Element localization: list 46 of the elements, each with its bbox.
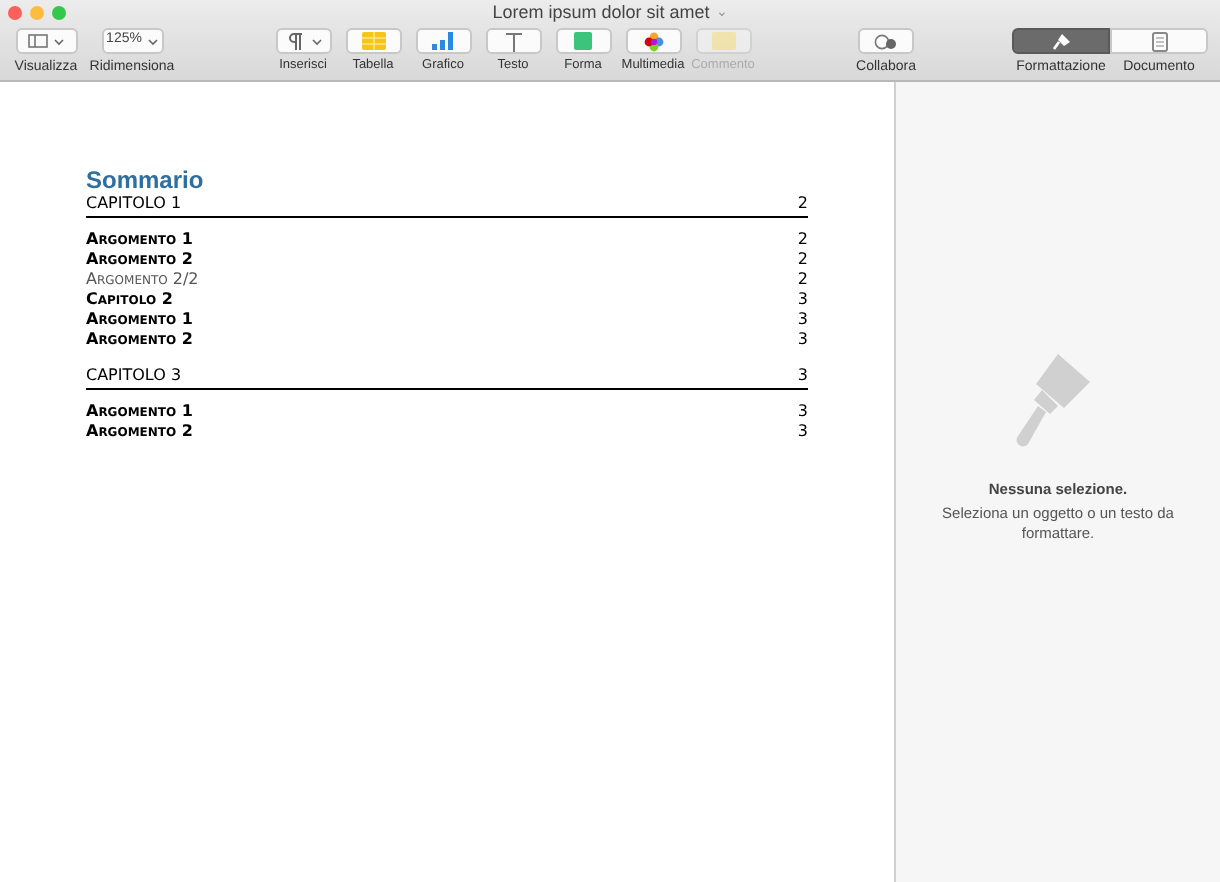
flower-icon — [643, 31, 663, 51]
toc-entry[interactable]: CAPITOLO 1 — [86, 194, 182, 214]
document-icon — [1151, 31, 1167, 51]
media-button[interactable] — [625, 28, 681, 54]
toc-entry[interactable]: Argomento 1 — [86, 310, 193, 330]
text-icon — [503, 31, 523, 51]
chevron-down-icon — [54, 37, 64, 45]
toc-entry[interactable]: CAPITOLO 3 — [86, 366, 182, 386]
sidebar-layout-icon — [28, 34, 48, 48]
shape-button[interactable] — [555, 28, 611, 54]
bar-chart-icon — [431, 32, 455, 50]
insert-button[interactable] — [275, 28, 331, 54]
toc-entry[interactable]: Argomento 2/2 — [86, 270, 199, 290]
paintbrush-icon — [1051, 31, 1071, 51]
toc-entry[interactable]: Argomento 2 — [86, 330, 193, 350]
toc-entry[interactable]: Argomento 2 — [86, 250, 193, 270]
page-number: 3 — [797, 366, 808, 386]
view-menu[interactable] — [15, 28, 77, 54]
note-icon — [711, 32, 735, 50]
page-number: 3 — [797, 422, 808, 442]
page-number: 2 — [797, 270, 808, 290]
page-number: 3 — [797, 330, 808, 350]
close-button[interactable] — [8, 6, 22, 20]
toc-entry[interactable]: Capitolo 2 — [86, 290, 173, 310]
chevron-down-icon — [311, 37, 321, 45]
zoom-button[interactable] — [52, 6, 66, 20]
collaborate-button[interactable] — [858, 28, 914, 54]
toc-heading: Sommario — [86, 166, 206, 194]
toc-entry[interactable]: Argomento 2 — [86, 422, 193, 442]
toc-entry[interactable]: Argomento 1 — [86, 402, 193, 422]
person-plus-icon — [874, 33, 898, 49]
page-number: 2 — [797, 230, 808, 250]
square-icon — [574, 32, 592, 50]
pilcrow-icon — [285, 31, 305, 51]
inspector-tab[interactable] — [1012, 28, 1110, 54]
chevron-down-icon — [147, 37, 158, 45]
table-icon — [361, 32, 385, 50]
page-number: 3 — [797, 310, 808, 330]
text-button[interactable] — [485, 28, 541, 54]
window-title: Lorem ipsum dolor sit amet — [492, 4, 710, 22]
page-number: 3 — [797, 402, 808, 422]
toc-entry[interactable]: Argomento 1 — [86, 230, 193, 250]
page-number: 2 — [797, 250, 808, 270]
page-number: 2 — [797, 194, 808, 214]
page-number: 3 — [797, 290, 808, 310]
chart-button[interactable] — [415, 28, 471, 54]
